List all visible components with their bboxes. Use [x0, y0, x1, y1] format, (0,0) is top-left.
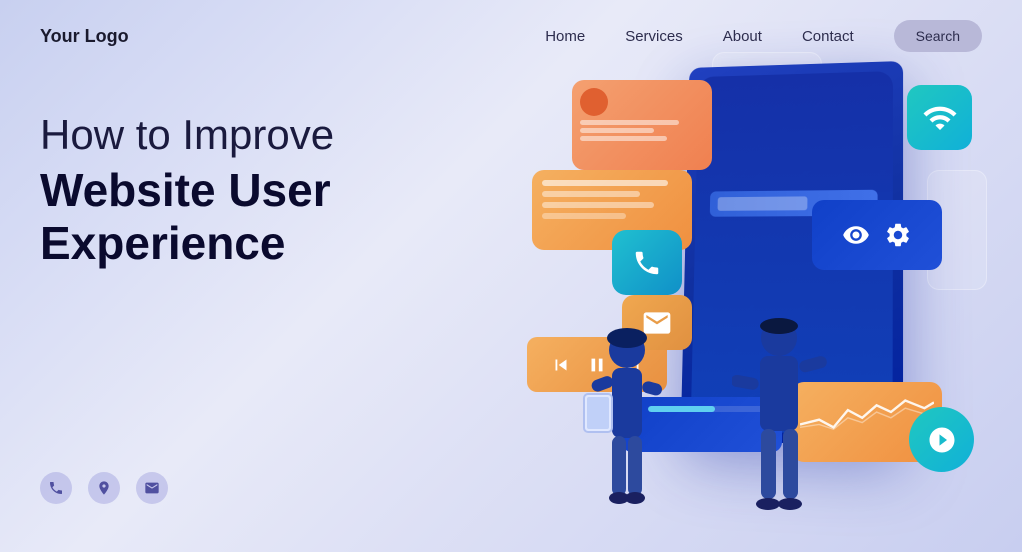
nav: Home Services About Contact Search — [545, 20, 982, 52]
contact-icons — [40, 472, 168, 504]
content-line-3 — [542, 202, 654, 208]
profile-line-1 — [580, 120, 679, 125]
profile-inner — [572, 80, 712, 149]
profile-lines — [580, 120, 704, 141]
figure-male — [732, 312, 827, 532]
profile-line-3 — [580, 136, 667, 141]
device-search-text — [718, 196, 808, 210]
nav-services[interactable]: Services — [625, 28, 683, 45]
card-wifi — [907, 85, 972, 150]
phone-icon[interactable] — [40, 472, 72, 504]
hero-content: How to Improve Website User Experience — [40, 110, 334, 270]
logo: Your Logo — [40, 26, 129, 47]
card-teal-circle — [909, 407, 974, 472]
email-icon[interactable] — [136, 472, 168, 504]
nav-home[interactable]: Home — [545, 28, 585, 45]
hero-section: Your Logo Home Services About Contact Se… — [0, 0, 1022, 552]
content-line-4 — [542, 213, 626, 219]
profile-avatar — [580, 88, 608, 116]
content-line-1 — [542, 180, 668, 186]
card-eye-settings — [812, 200, 942, 270]
figure-female — [582, 322, 672, 522]
nav-about[interactable]: About — [723, 28, 762, 45]
card-profile — [572, 80, 712, 170]
search-button[interactable]: Search — [894, 20, 982, 52]
hero-title-line3: Experience — [40, 217, 334, 270]
header: Your Logo Home Services About Contact Se… — [0, 0, 1022, 72]
hero-title-line1: How to Improve — [40, 110, 334, 160]
profile-line-2 — [580, 128, 654, 133]
illustration — [442, 0, 1022, 552]
content-line-2 — [542, 191, 640, 197]
card-phone — [612, 230, 682, 295]
nav-contact[interactable]: Contact — [802, 28, 854, 45]
location-icon[interactable] — [88, 472, 120, 504]
hero-title-line2: Website User — [40, 164, 334, 217]
